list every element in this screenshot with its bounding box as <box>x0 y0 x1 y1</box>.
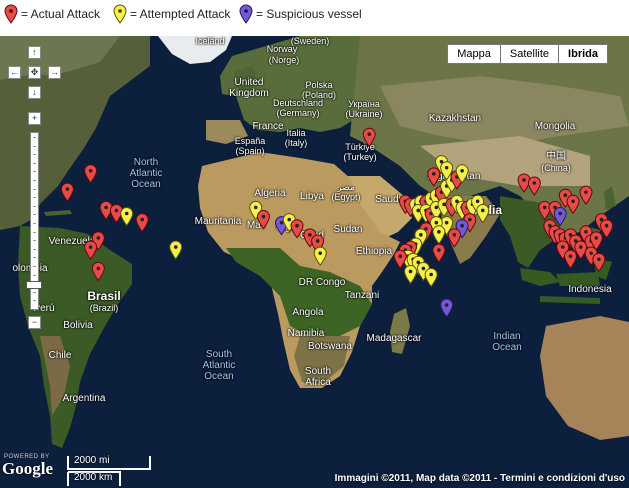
zoom-tick <box>33 223 36 224</box>
zoom-tick <box>33 197 36 199</box>
legend-actual: = Actual Attack <box>4 4 100 24</box>
legend-attempted: = Attempted Attack <box>113 4 230 24</box>
suspicious-marker[interactable] <box>440 298 454 318</box>
legend-actual-label: = Actual Attack <box>21 7 101 21</box>
zoom-tick <box>33 154 36 156</box>
actual-marker[interactable] <box>362 127 376 148</box>
pan-down-button[interactable]: ↓ <box>28 86 41 99</box>
zoom-tick <box>33 291 36 293</box>
actual-marker[interactable] <box>393 249 407 270</box>
zoom-tick <box>33 231 36 233</box>
pan-right-button[interactable]: → <box>48 66 61 79</box>
legend-attempted-label: = Attempted Attack <box>130 7 231 21</box>
actual-marker[interactable] <box>566 194 580 215</box>
actual-marker[interactable] <box>135 213 149 233</box>
red-marker-icon <box>4 4 18 24</box>
copyright-text[interactable]: Immagini ©2011, Map data ©2011 - Termini… <box>335 473 625 484</box>
attempted-marker[interactable] <box>120 207 134 227</box>
attempted-marker[interactable] <box>169 240 183 260</box>
zoom-tick <box>33 266 36 267</box>
zoom-tick <box>33 188 36 190</box>
actual-marker[interactable] <box>84 240 98 260</box>
zoom-out-button[interactable]: − <box>28 316 41 329</box>
purple-marker-icon <box>239 4 253 24</box>
zoom-tick <box>33 274 36 276</box>
pan-up-button[interactable]: ↑ <box>28 46 41 59</box>
zoom-tick <box>33 137 36 138</box>
map-legend: = Actual Attack = Attempted Attack = Sus… <box>0 0 629 36</box>
zoom-in-button[interactable]: + <box>28 112 41 125</box>
zoom-tick <box>33 257 36 259</box>
actual-marker[interactable] <box>527 176 541 196</box>
actual-marker[interactable] <box>427 167 441 187</box>
yellow-marker-icon <box>113 4 127 24</box>
map-type-hybrid-button[interactable]: Ibrida <box>558 44 608 64</box>
actual-marker[interactable] <box>91 261 105 282</box>
actual-marker[interactable] <box>432 243 446 263</box>
actual-marker[interactable] <box>600 219 614 239</box>
pan-center-button[interactable]: ✥ <box>28 66 41 79</box>
pan-left-button[interactable]: ← <box>8 66 21 79</box>
map-type-control: Mappa Satellite Ibrida <box>447 44 608 64</box>
zoom-tick <box>33 214 36 216</box>
actual-marker[interactable] <box>447 228 461 248</box>
legend-suspicious: = Suspicious vessel <box>239 4 362 24</box>
attempted-marker[interactable] <box>404 264 418 285</box>
map-type-satellite-button[interactable]: Satellite <box>499 44 560 64</box>
marker-layer <box>60 127 614 318</box>
scale-miles: 2000 mi <box>74 455 110 466</box>
legend-suspicious-label: = Suspicious vessel <box>256 7 362 21</box>
zoom-tick <box>33 145 36 147</box>
attempted-marker[interactable] <box>424 268 438 288</box>
zoom-tick <box>33 162 36 164</box>
attempted-marker[interactable] <box>432 225 446 245</box>
suspicious-marker[interactable] <box>553 207 567 227</box>
zoom-slider-handle[interactable] <box>26 281 42 289</box>
zoom-tick <box>33 240 36 242</box>
attempted-marker[interactable] <box>313 246 327 266</box>
actual-marker[interactable] <box>256 210 270 230</box>
map-canvas[interactable]: Iceland (Sweden) Norway (Norge) United K… <box>0 36 629 488</box>
actual-marker[interactable] <box>538 200 552 221</box>
actual-marker[interactable] <box>60 182 74 202</box>
actual-marker[interactable] <box>84 164 98 184</box>
actual-marker[interactable] <box>563 249 577 270</box>
zoom-tick <box>33 180 36 181</box>
attempted-marker[interactable] <box>476 203 490 224</box>
zoom-tick <box>33 248 36 250</box>
actual-marker[interactable] <box>592 252 606 273</box>
zoom-tick <box>33 300 36 302</box>
map-type-map-button[interactable]: Mappa <box>447 44 501 64</box>
scale-km: 2000 km <box>74 472 113 483</box>
zoom-tick <box>33 171 36 173</box>
zoom-tick <box>33 205 36 207</box>
google-logo[interactable]: Google <box>2 459 53 479</box>
actual-marker[interactable] <box>290 219 304 239</box>
actual-marker[interactable] <box>579 185 593 205</box>
